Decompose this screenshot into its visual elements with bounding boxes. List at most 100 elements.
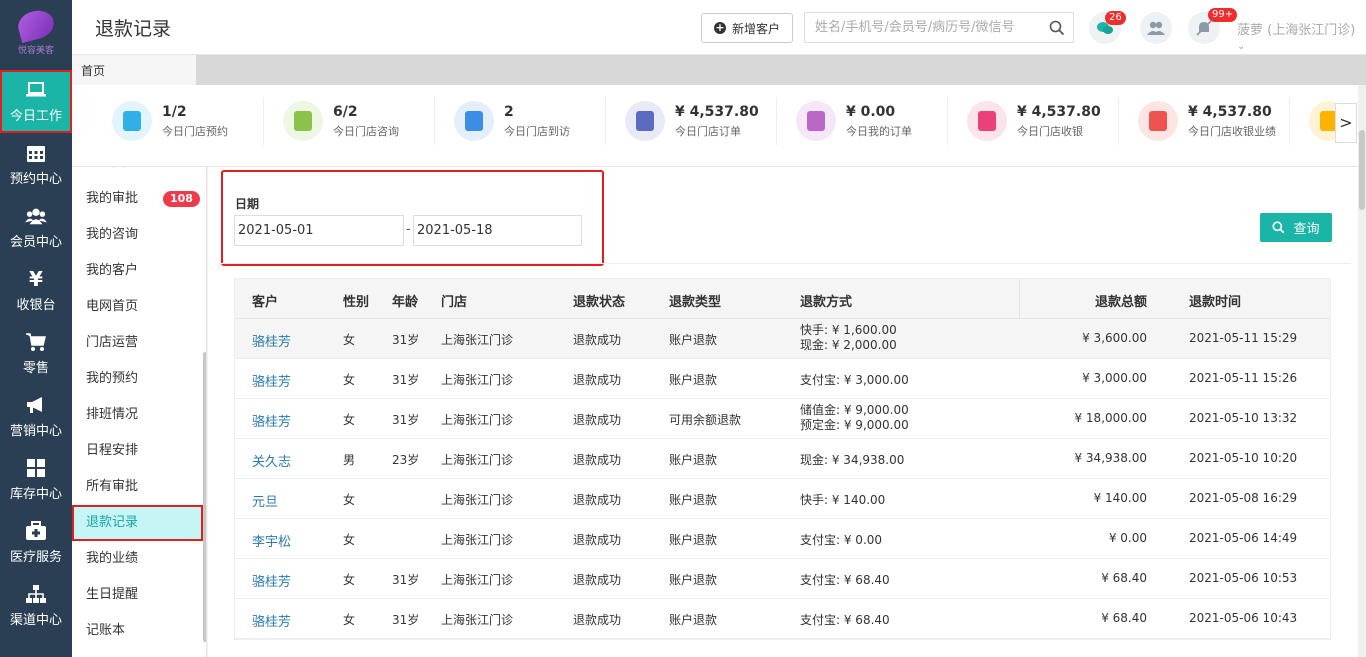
submenu-scrollbar[interactable] [203,352,206,642]
table-row[interactable]: 骆桂芳 女 31岁 上海张江门诊 退款成功 可用余额退款 储值金: ¥ 9,000.00 预定… [235,399,1330,439]
refund-method-line: 支付宝: ¥ 0.00 [800,533,883,547]
table-row[interactable]: 元旦 女 上海张江门诊 退款成功 账户退款 快手: ¥ 140.00 ¥ 140.00 202… [235,479,1330,519]
table-row[interactable]: 关久志 男 23岁 上海张江门诊 退款成功 账户退款 现金: ¥ 34,938.00 ¥ 34… [235,439,1330,479]
search-icon [1272,221,1285,234]
submenu-item-label: 我的回访 [86,167,138,170]
submenu-item-3[interactable]: 我的客户 [72,253,203,289]
cell-time: 2021-05-08 16:29 [1189,491,1298,505]
refund-method-line: 现金: ¥ 34,938.00 [800,453,905,467]
cell-total: ¥ 68.40 [1101,571,1147,585]
team-icon[interactable] [1140,12,1172,44]
user-menu[interactable]: 菠萝 (上海张江门诊) ⌄ [1237,19,1366,53]
nav-item-5[interactable]: 营销中心 [0,385,72,448]
nav-item-3[interactable]: ¥ 收银台 [0,259,72,322]
cell-type: 账户退款 [669,373,718,387]
table-row[interactable]: 骆桂芳 女 31岁 上海张江门诊 退款成功 账户退款 支付宝: ¥ 68.40 ¥ 68.40… [235,599,1330,639]
column-header-1[interactable]: 性别 [343,291,369,310]
table-row[interactable]: 骆桂芳 女 31岁 上海张江门诊 退款成功 账户退款 快手: ¥ 1,600.00 现金: ¥… [235,319,1330,359]
stat-card-5[interactable]: ¥ 4,537.80 今日门店收银 [967,101,1127,149]
cell-type: 账户退款 [669,493,718,507]
column-header-4[interactable]: 退款状态 [573,291,625,310]
submenu-item-label: 我的审批 [86,191,139,206]
submenu-item-0[interactable]: 我的回访 [72,167,203,181]
customer-link[interactable]: 元旦 [252,491,278,510]
column-header-7[interactable]: 退款总额 [1095,291,1147,310]
submenu-item-1[interactable]: 我的审批 108 [72,181,203,217]
customer-link[interactable]: 骆桂芳 [252,611,291,630]
query-button[interactable]: 查询 [1260,213,1332,242]
submenu-item-2[interactable]: 我的咨询 [72,217,203,253]
nav-item-6[interactable]: 库存中心 [0,448,72,511]
end-date-input[interactable]: 2021-05-18 [413,215,582,246]
stat-value: 1/2 [162,104,187,120]
submenu-item-5[interactable]: 门店运营 [72,325,203,361]
stat-divider [1289,97,1290,145]
table-row[interactable]: 骆桂芳 女 31岁 上海张江门诊 退款成功 账户退款 支付宝: ¥ 68.40 ¥ 68.40… [235,559,1330,599]
scroll-thumb[interactable] [1359,130,1365,210]
cell-status: 退款成功 [573,413,622,427]
stat-divider [434,97,435,145]
column-header-8[interactable]: 退款时间 [1189,291,1241,310]
stat-card-2[interactable]: 2 今日门店到访 [454,101,614,149]
submenu-item-12[interactable]: 生日提醒 [72,577,203,613]
add-customer-button[interactable]: + 新增客户 [701,13,793,43]
stat-card-0[interactable]: 1/2 今日门店预约 [112,101,272,149]
column-header-0[interactable]: 客户 [252,291,278,310]
column-header-5[interactable]: 退款类型 [669,291,721,310]
cell-status: 退款成功 [573,493,622,507]
nav-item-1[interactable]: 预约中心 [0,133,72,196]
tab-home[interactable]: 首页 [72,55,196,85]
submenu-item-9[interactable]: 所有审批 [72,469,203,505]
customer-link[interactable]: 关久志 [252,451,291,470]
logo[interactable]: 悦容美客 [0,0,72,66]
cell-type: 账户退款 [669,573,718,587]
approval-count-badge: 108 [163,191,200,207]
customer-link[interactable]: 骆桂芳 [252,411,291,430]
submenu-item-11[interactable]: 我的业绩 [72,541,203,577]
refund-table: 客户 性别 年龄 门店 退款状态 退款类型 退款方式 退款总额 退款时间 骆桂芳女 31岁 上海张江… [234,278,1331,640]
stat-card-3[interactable]: ¥ 4,537.80 今日门店订单 [625,101,785,149]
main-scrollbar[interactable] [1358,85,1366,657]
start-date-input[interactable]: 2021-05-01 [234,215,404,246]
search-icon[interactable] [1049,20,1065,36]
customer-link[interactable]: 骆桂芳 [252,331,291,350]
submenu-item-13[interactable]: 记账本 [72,613,203,649]
cell-total: ¥ 34,938.00 [1074,451,1147,465]
submenu-item-8[interactable]: 日程安排 [72,433,203,469]
nav-item-7[interactable]: 医疗服务 [0,511,72,574]
stat-card-4[interactable]: ¥ 0.00 今日我的订单 [796,101,956,149]
cell-gender: 女 [343,573,356,587]
submenu-item-6[interactable]: 我的预约 [72,361,203,397]
nav-item-0[interactable]: 今日工作 [0,70,72,133]
stat-card-6[interactable]: ¥ 4,537.80 今日门店收银业绩 [1138,101,1298,149]
stat-icon [1138,101,1178,141]
submenu-item-7[interactable]: 排班情况 [72,397,203,433]
submenu-item-4[interactable]: 电网首页 [72,289,203,325]
search-input[interactable] [805,13,1035,42]
customer-link[interactable]: 骆桂芳 [252,571,291,590]
table-row[interactable]: 李宇松 女 上海张江门诊 退款成功 账户退款 支付宝: ¥ 0.00 ¥ 0.00 2021-… [235,519,1330,559]
stat-value: ¥ 0.00 [846,104,896,120]
nav-item-8[interactable]: 渠道中心 [0,574,72,637]
nav-item-2[interactable]: 会员中心 [0,196,72,259]
submenu-item-label: 我的咨询 [86,227,139,242]
refund-method-line: 支付宝: ¥ 3,000.00 [800,373,909,387]
cell-type: 账户退款 [669,613,718,627]
customer-link[interactable]: 李宇松 [252,531,291,550]
customer-link[interactable]: 骆桂芳 [252,371,291,390]
column-header-3[interactable]: 门店 [441,291,467,310]
cell-store: 上海张江门诊 [441,613,514,627]
cell-time: 2021-05-06 10:53 [1189,571,1298,585]
column-header-2[interactable]: 年龄 [392,291,418,310]
cell-time: 2021-05-06 14:49 [1189,531,1298,545]
nav-item-4[interactable]: 零售 [0,322,72,385]
stat-card-1[interactable]: 6/2 今日门店咨询 [283,101,443,149]
column-separator [1019,279,1020,319]
cell-status: 退款成功 [573,613,622,627]
table-row[interactable]: 骆桂芳 女 31岁 上海张江门诊 退款成功 账户退款 支付宝: ¥ 3,000.00 ¥ 3,… [235,359,1330,399]
plus-icon: + [713,21,726,34]
submenu-item-10[interactable]: 退款记录 [72,505,203,541]
cell-methods: 支付宝: ¥ 3,000.00 [800,371,909,388]
column-header-6[interactable]: 退款方式 [800,291,852,310]
stats-next-button[interactable]: > [1335,103,1357,143]
